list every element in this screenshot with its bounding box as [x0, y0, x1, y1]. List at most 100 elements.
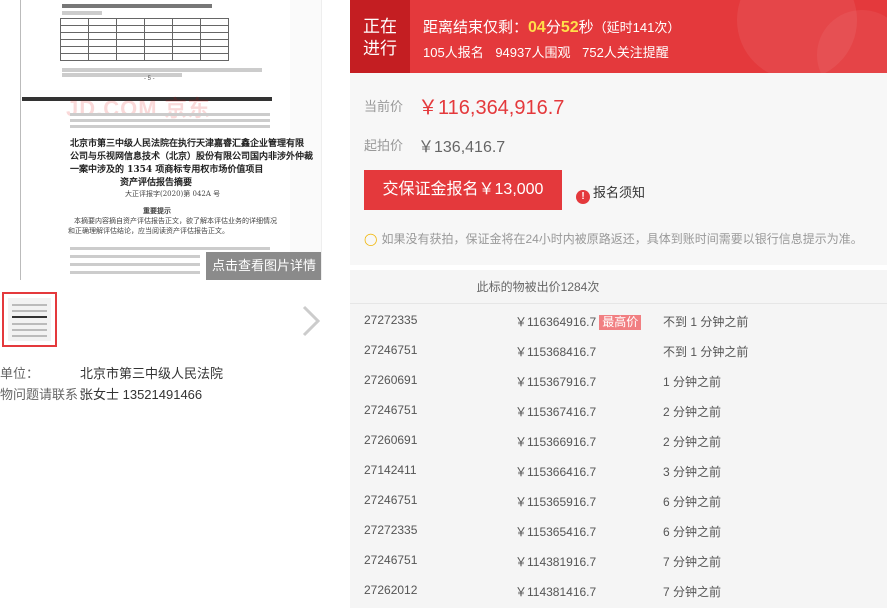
bidder-id: 27272335 [364, 523, 418, 537]
report-number: 大正评报字(2020)第 042A 号 [125, 190, 221, 198]
bid-amount-cell: ￥114381416.7 [515, 583, 596, 600]
countdown-second-unit: 秒 [578, 19, 594, 36]
bidder-id: 27246751 [364, 343, 418, 357]
notice-title: 重要提示 [143, 206, 171, 215]
follower-count: 752人关注提醒 [582, 45, 669, 60]
deposit-refund-tip: ◯ 如果没有获拍，保证金将在24小时内被原路返还，具体到账时间需要以银行信息提示为… [364, 230, 863, 247]
document-heading-line-1: 北京市第三中级人民法院在执行天津嘉睿汇鑫企业管理有限 [70, 139, 305, 149]
auction-stats: 105人报名 94937人围观 752人关注提醒 [423, 42, 677, 61]
document-subtitle: 资产评估报告摘要 [120, 178, 193, 188]
bid-time: 7 分钟之前 [663, 555, 722, 569]
bid-amount: ￥116364916.7 [515, 315, 597, 329]
bid-record-row: 27246751 ￥115368416.7 不到 1 分钟之前 [350, 334, 887, 364]
text-line [62, 73, 182, 77]
text-line [62, 11, 102, 15]
extension-count: （延时141次） [593, 20, 681, 35]
bid-amount: ￥115365416.7 [515, 525, 597, 539]
text-line [70, 255, 200, 258]
bid-amount-cell: ￥115366916.7 [515, 433, 596, 450]
bid-record-row: 27272335 ￥115365416.7 6 分钟之前 [350, 514, 887, 544]
signup-count: 105人报名 [423, 45, 484, 60]
text-line [70, 271, 200, 274]
registration-notice-link[interactable]: ! 报名须知 [576, 182, 645, 204]
chevron-right-icon[interactable] [300, 304, 322, 338]
bidder-id: 27246751 [364, 493, 418, 507]
pay-deposit-register-button[interactable]: 交保证金报名￥13,000 [364, 170, 562, 210]
bidder-id: 27272335 [364, 313, 418, 327]
thumbnail-image [8, 298, 51, 341]
bid-amount-cell: ￥115367416.7 [515, 403, 596, 420]
bid-amount-cell: ￥114381916.7 [515, 553, 596, 570]
text-line [62, 4, 212, 8]
document-preview[interactable]: - 5 - JD.COM 京东 北京市第三中级人民法院在执行天津嘉睿汇鑫企业管理… [0, 0, 322, 280]
start-price: ￥136,416.7 [418, 139, 506, 156]
info-unit-value: 北京市第三中级人民法院 [80, 366, 224, 381]
bid-amount-cell: ￥115366416.7 [515, 463, 596, 480]
bid-amount-cell: ￥115367916.7 [515, 373, 596, 390]
bid-time: 6 分钟之前 [663, 525, 722, 539]
bid-amount-cell: ￥115368416.7 [515, 343, 596, 360]
highest-price-badge: 最高价 [599, 315, 642, 330]
info-contact-label: 物问题请联系： [0, 387, 92, 402]
watcher-count: 94937人围观 [495, 45, 571, 60]
bid-record-row: 27246751 ￥114381916.7 7 分钟之前 [350, 544, 887, 574]
current-price: ￥116,364,916.7 [418, 97, 565, 119]
bidder-id: 27246751 [364, 553, 418, 567]
text-line [62, 68, 262, 72]
bid-time: 2 分钟之前 [663, 435, 722, 449]
exclamation-icon: ! [576, 190, 590, 204]
bid-record-row: 27272335 ￥116364916.7 最高价 不到 1 分钟之前 [350, 304, 887, 334]
text-line [70, 263, 200, 266]
text-line [70, 113, 270, 116]
bid-amount: ￥115366416.7 [515, 465, 597, 479]
view-image-details-button[interactable]: 点击查看图片详情 [206, 252, 321, 280]
bidder-id: 27262012 [364, 583, 418, 597]
status-badge-line-2: 进行 [363, 39, 397, 58]
bidder-id: 27246751 [364, 403, 418, 417]
bid-time: 3 分钟之前 [663, 465, 722, 479]
document-table [60, 18, 229, 61]
bid-amount-cell: ￥115365416.7 [515, 523, 596, 540]
page-number: - 5 - [144, 76, 155, 82]
registration-notice-label: 报名须知 [593, 185, 646, 200]
info-unit: 单位： 北京市第三中级人民法院 [0, 363, 223, 382]
thumbnail-1[interactable] [2, 292, 57, 347]
bid-amount: ￥115367416.7 [515, 405, 597, 419]
document-page: - 5 - JD.COM 京东 北京市第三中级人民法院在执行天津嘉睿汇鑫企业管理… [0, 0, 313, 280]
bid-record-row: 27246751 ￥115365916.7 6 分钟之前 [350, 484, 887, 514]
bid-record-row: 27142411 ￥115366416.7 3 分钟之前 [350, 454, 887, 484]
bid-amount-cell: ￥116364916.7 最高价 [515, 313, 642, 330]
countdown-minute-unit: 分 [545, 19, 561, 36]
countdown-seconds: 52 [560, 19, 579, 36]
notice-line-2: 和正确理解评估结论，应当阅读资产评估报告正文。 [68, 227, 229, 235]
start-price-label: 起拍价 [364, 138, 404, 153]
deposit-refund-tip-text: 如果没有获拍，保证金将在24小时内被原路返还，具体到账时间需要以银行信息提示为准… [381, 232, 863, 246]
text-line [70, 125, 270, 128]
info-contact-value: 张女士 13521491466 [80, 387, 203, 402]
countdown-minutes: 04 [528, 19, 546, 36]
bid-amount-cell: ￥115365916.7 [515, 493, 596, 510]
bid-time: 不到 1 分钟之前 [663, 315, 749, 329]
bid-time: 不到 1 分钟之前 [663, 345, 749, 359]
bidder-id: 27142411 [364, 463, 417, 477]
status-badge-line-1: 正在 [363, 17, 397, 36]
bid-time: 7 分钟之前 [663, 585, 722, 599]
bid-time: 6 分钟之前 [663, 495, 722, 509]
countdown-label: 距离结束仅剩： [423, 19, 529, 36]
bid-amount: ￥115367916.7 [515, 375, 597, 389]
bid-time: 1 分钟之前 [663, 375, 722, 389]
margin-line [20, 0, 21, 280]
text-line [70, 247, 270, 250]
bid-record-row: 27262012 ￥114381416.7 7 分钟之前 [350, 574, 887, 604]
document-heading-line-3: 一案中涉及的 1354 项商标专用权市场价值项目 [70, 165, 264, 175]
status-badge: 正在 进行 [350, 0, 410, 73]
auction-status-bar: 正在 进行 距离结束仅剩：04分52秒（延时141次） 105人报名 94937… [350, 0, 887, 73]
bid-record-row: 27260691 ￥115366916.7 2 分钟之前 [350, 424, 887, 454]
bidder-id: 27260691 [364, 373, 418, 387]
bid-records: 此标的物被出价1284次 27272335 ￥116364916.7 最高价 不到 1… [350, 270, 887, 608]
bidder-id: 27260691 [364, 433, 418, 447]
document-heading-line-2: 公司与乐视网信息技术（北京）股份有限公司国内非涉外仲裁 [70, 152, 314, 162]
bid-amount: ￥115368416.7 [515, 345, 597, 359]
bid-count-title: 此标的物被出价1284次 [476, 280, 600, 294]
countdown: 距离结束仅剩：04分52秒（延时141次） [423, 16, 680, 37]
